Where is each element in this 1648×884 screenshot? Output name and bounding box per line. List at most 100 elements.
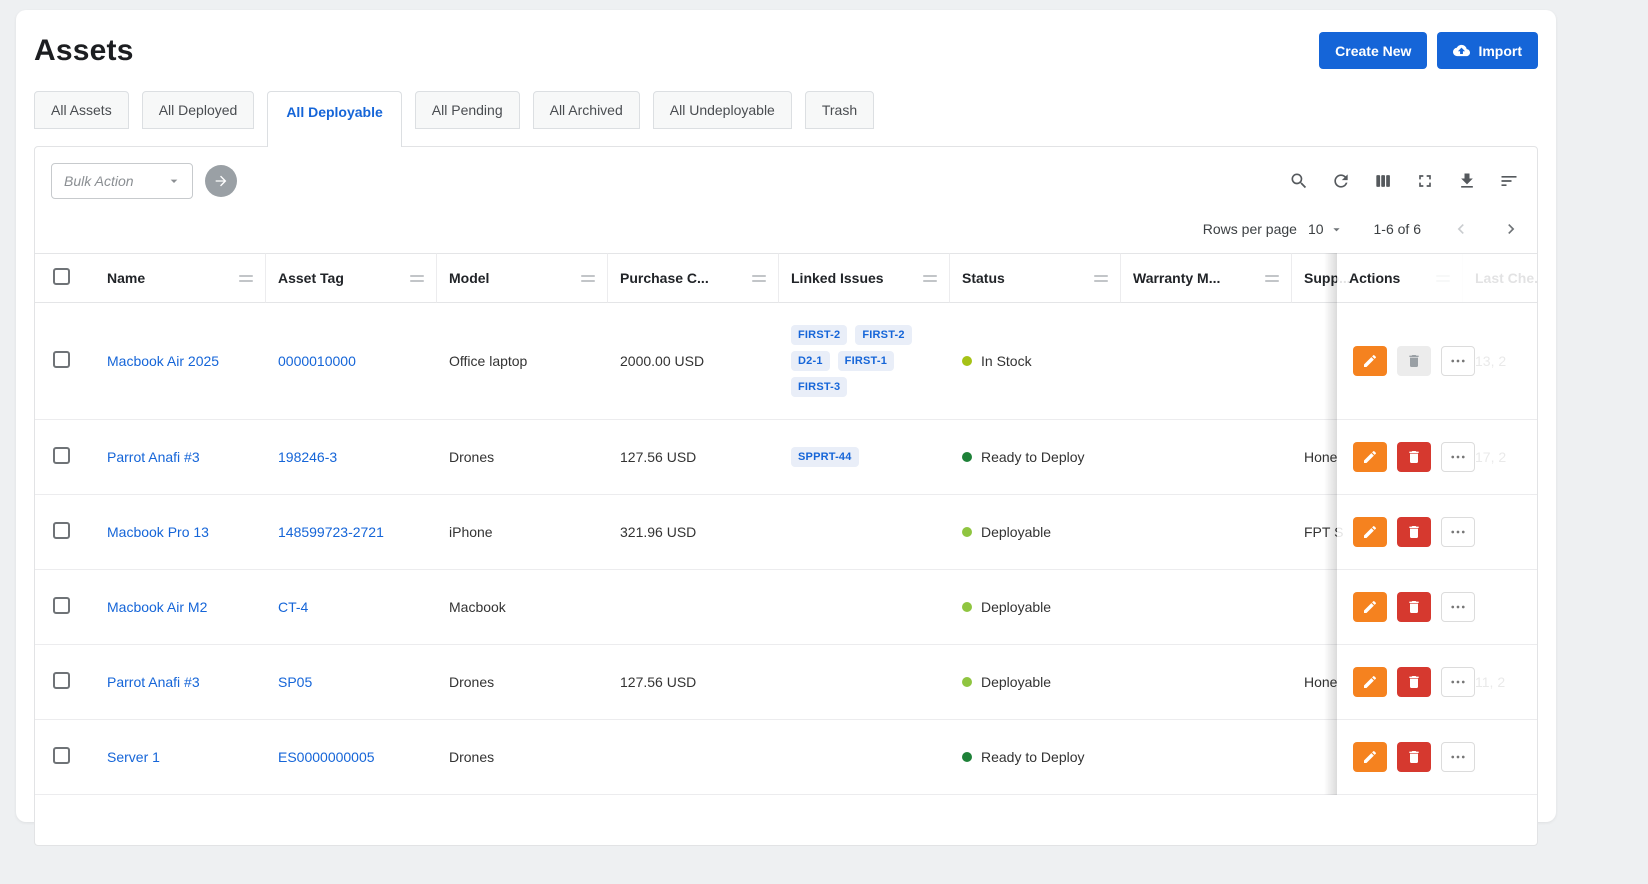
column-header-purchase-cost: Purchase C... bbox=[620, 270, 709, 286]
asset-name-link[interactable]: Parrot Anafi #3 bbox=[107, 449, 200, 465]
linked-issue-badge[interactable]: FIRST-3 bbox=[791, 377, 847, 397]
asset-tag-link[interactable]: ES0000000005 bbox=[278, 749, 375, 765]
delete-button[interactable] bbox=[1397, 346, 1431, 376]
header-actions: Create New Import bbox=[1319, 32, 1538, 69]
model-cell: Drones bbox=[449, 449, 494, 465]
row-actions bbox=[1349, 742, 1525, 772]
asset-tag-link[interactable]: CT-4 bbox=[278, 599, 308, 615]
asset-name-link[interactable]: Server 1 bbox=[107, 749, 160, 765]
status-label: In Stock bbox=[981, 353, 1032, 369]
filter-button[interactable] bbox=[1497, 169, 1521, 193]
more-actions-button[interactable] bbox=[1441, 592, 1475, 622]
asset-tag-link[interactable]: 198246-3 bbox=[278, 449, 337, 465]
tab-all-assets[interactable]: All Assets bbox=[34, 91, 129, 129]
trash-icon bbox=[1406, 524, 1422, 540]
column-drag-handle[interactable] bbox=[1265, 273, 1279, 284]
create-new-button[interactable]: Create New bbox=[1319, 32, 1427, 69]
table-row: Server 1 ES0000000005 Drones Ready to De… bbox=[35, 720, 1537, 795]
select-all-checkbox[interactable] bbox=[53, 268, 70, 285]
rows-per-page-value: 10 bbox=[1308, 221, 1324, 237]
fullscreen-button[interactable] bbox=[1413, 169, 1437, 193]
fullscreen-icon bbox=[1415, 171, 1435, 191]
filter-icon bbox=[1499, 171, 1519, 191]
bulk-action-placeholder: Bulk Action bbox=[64, 173, 134, 189]
bulk-apply-button[interactable] bbox=[205, 165, 237, 197]
row-checkbox[interactable] bbox=[53, 597, 70, 614]
tab-all-deployed[interactable]: All Deployed bbox=[142, 91, 255, 129]
linked-issue-badge[interactable]: FIRST-2 bbox=[791, 325, 847, 345]
chevron-down-icon bbox=[1329, 222, 1344, 237]
delete-button[interactable] bbox=[1397, 517, 1431, 547]
asset-tag-link[interactable]: 0000010000 bbox=[278, 353, 356, 369]
asset-tag-link[interactable]: SP05 bbox=[278, 674, 312, 690]
delete-button[interactable] bbox=[1397, 592, 1431, 622]
more-actions-button[interactable] bbox=[1441, 667, 1475, 697]
row-checkbox[interactable] bbox=[53, 351, 70, 368]
next-page-button[interactable] bbox=[1501, 219, 1521, 239]
more-actions-button[interactable] bbox=[1441, 742, 1475, 772]
refresh-button[interactable] bbox=[1329, 169, 1353, 193]
linked-issue-badge[interactable]: D2-1 bbox=[791, 351, 830, 371]
page-title: Assets bbox=[34, 34, 134, 68]
bulk-action-select[interactable]: Bulk Action bbox=[51, 163, 193, 199]
asset-name-link[interactable]: Macbook Air 2025 bbox=[107, 353, 219, 369]
model-cell: Macbook bbox=[449, 599, 506, 615]
delete-button[interactable] bbox=[1397, 442, 1431, 472]
previous-page-button[interactable] bbox=[1451, 219, 1471, 239]
edit-button[interactable] bbox=[1353, 517, 1387, 547]
row-checkbox[interactable] bbox=[53, 747, 70, 764]
download-button[interactable] bbox=[1455, 169, 1479, 193]
linked-issue-badge[interactable]: FIRST-1 bbox=[838, 351, 894, 371]
asset-name-link[interactable]: Macbook Pro 13 bbox=[107, 524, 209, 540]
edit-button[interactable] bbox=[1353, 592, 1387, 622]
row-checkbox[interactable] bbox=[53, 672, 70, 689]
tab-all-archived[interactable]: All Archived bbox=[533, 91, 640, 129]
model-cell: Drones bbox=[449, 749, 494, 765]
delete-button[interactable] bbox=[1397, 742, 1431, 772]
edit-button[interactable] bbox=[1353, 667, 1387, 697]
assets-panel: Bulk Action bbox=[34, 146, 1538, 846]
linked-issue-badge[interactable]: SPPRT-44 bbox=[791, 447, 859, 467]
column-drag-handle[interactable] bbox=[410, 273, 424, 284]
edit-button[interactable] bbox=[1353, 442, 1387, 472]
row-actions bbox=[1349, 592, 1525, 622]
import-button[interactable]: Import bbox=[1437, 32, 1538, 69]
more-actions-button[interactable] bbox=[1441, 442, 1475, 472]
edit-button[interactable] bbox=[1353, 346, 1387, 376]
model-cell: iPhone bbox=[449, 524, 493, 540]
row-checkbox[interactable] bbox=[53, 447, 70, 464]
table-row: Parrot Anafi #3 SP05 Drones 127.56 USD D… bbox=[35, 645, 1537, 720]
supplier-cell: Hone bbox=[1304, 449, 1337, 465]
column-drag-handle[interactable] bbox=[752, 273, 766, 284]
column-drag-handle[interactable] bbox=[1094, 273, 1108, 284]
tab-all-deployable[interactable]: All Deployable bbox=[267, 91, 401, 147]
more-actions-button[interactable] bbox=[1441, 517, 1475, 547]
asset-tag-link[interactable]: 148599723-2721 bbox=[278, 524, 384, 540]
linked-issue-badge[interactable]: FIRST-2 bbox=[855, 325, 911, 345]
assets-table-wrapper: Name Asset Tag Model Purchase C... Linke… bbox=[35, 253, 1537, 795]
asset-name-link[interactable]: Macbook Air M2 bbox=[107, 599, 207, 615]
columns-button[interactable] bbox=[1371, 169, 1395, 193]
table-toolbar: Bulk Action bbox=[35, 147, 1537, 199]
linked-issues-cell: FIRST-2 FIRST-2 D2-1 FIRST-1 FIRST-3 bbox=[791, 325, 938, 397]
more-actions-button[interactable] bbox=[1441, 346, 1475, 376]
rows-per-page-select[interactable]: Rows per page 10 bbox=[1203, 221, 1344, 237]
tab-all-pending[interactable]: All Pending bbox=[415, 91, 520, 129]
purchase-cost-cell: 127.56 USD bbox=[620, 674, 696, 690]
tab-all-undeployable[interactable]: All Undeployable bbox=[653, 91, 792, 129]
search-button[interactable] bbox=[1287, 169, 1311, 193]
column-drag-handle[interactable] bbox=[581, 273, 595, 284]
tab-trash[interactable]: Trash bbox=[805, 91, 874, 129]
column-drag-handle[interactable] bbox=[923, 273, 937, 284]
asset-name-link[interactable]: Parrot Anafi #3 bbox=[107, 674, 200, 690]
delete-button[interactable] bbox=[1397, 667, 1431, 697]
pencil-icon bbox=[1362, 353, 1378, 369]
model-cell: Office laptop bbox=[449, 353, 527, 369]
more-dots-icon bbox=[1449, 448, 1467, 466]
status-label: Deployable bbox=[981, 674, 1051, 690]
pagination-bar: Rows per page 10 1-6 of 6 bbox=[35, 199, 1537, 253]
row-checkbox[interactable] bbox=[53, 522, 70, 539]
column-drag-handle[interactable] bbox=[239, 273, 253, 284]
edit-button[interactable] bbox=[1353, 742, 1387, 772]
model-cell: Drones bbox=[449, 674, 494, 690]
